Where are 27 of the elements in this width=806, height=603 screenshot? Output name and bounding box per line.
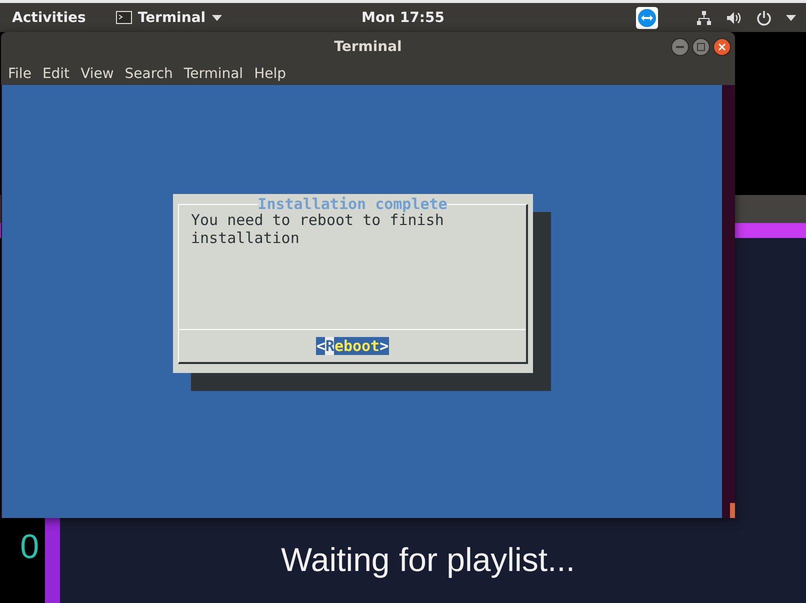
reboot-button[interactable]: <Reboot> bbox=[316, 337, 389, 355]
menu-item[interactable]: Terminal bbox=[182, 64, 250, 84]
close-button[interactable] bbox=[713, 38, 731, 56]
network-icon[interactable] bbox=[696, 10, 712, 26]
menu-item[interactable]: Help bbox=[253, 64, 292, 84]
menu-item[interactable]: Search bbox=[124, 64, 179, 84]
menu-item[interactable]: File bbox=[7, 64, 38, 84]
maximize-icon bbox=[697, 43, 705, 51]
maximize-button[interactable] bbox=[692, 38, 710, 56]
window-title: Terminal bbox=[334, 39, 402, 55]
menu-item[interactable]: Edit bbox=[41, 64, 76, 84]
app-menu[interactable]: Terminal bbox=[116, 10, 222, 26]
clock[interactable]: Mon 17:55 bbox=[362, 10, 444, 26]
minimize-button[interactable] bbox=[671, 38, 689, 56]
close-icon bbox=[718, 43, 726, 51]
volume-icon[interactable] bbox=[726, 10, 742, 24]
status-text: Waiting for playlist... bbox=[280, 541, 576, 579]
caret-icon bbox=[212, 14, 222, 20]
activities-button[interactable]: Activities bbox=[12, 10, 86, 26]
dialog-message: You need to reboot to finish installation bbox=[191, 211, 444, 249]
counter-text: 0 bbox=[20, 528, 39, 567]
terminal-icon bbox=[116, 11, 132, 24]
minimize-icon bbox=[676, 46, 684, 48]
remote-app-icon[interactable] bbox=[636, 6, 658, 28]
menu-item[interactable]: View bbox=[80, 64, 120, 84]
caret-icon[interactable] bbox=[786, 14, 796, 20]
power-icon[interactable] bbox=[756, 10, 772, 26]
